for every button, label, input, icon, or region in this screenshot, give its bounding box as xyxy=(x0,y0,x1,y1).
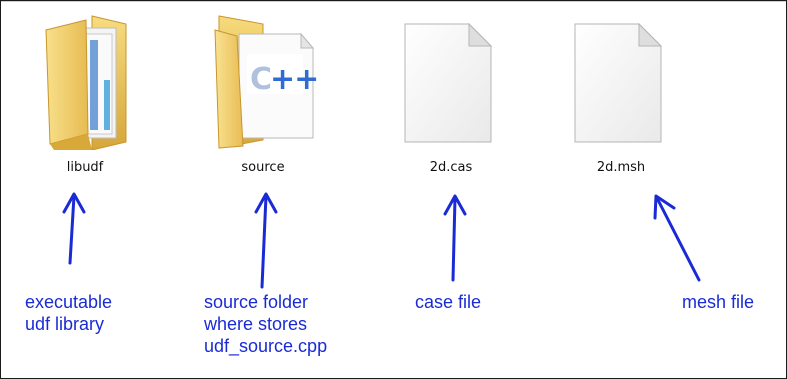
annotation-libudf: executable udf library xyxy=(25,291,112,335)
arrow-to-libudf xyxy=(68,194,76,265)
annotation-arrows xyxy=(62,192,701,289)
arrow-to-mesh xyxy=(655,196,701,282)
annotation-line: case file xyxy=(415,292,482,312)
annotation-line: mesh file xyxy=(682,292,755,312)
annotation-line: where stores xyxy=(204,314,308,334)
annotation-case: case file xyxy=(415,291,481,313)
annotation-mesh: mesh file xyxy=(682,291,754,313)
annotation-source: source folder where stores udf_source.cp… xyxy=(204,291,327,357)
annotation-line: executable xyxy=(25,292,113,312)
arrow-to-source xyxy=(260,194,268,289)
annotation-line: udf library xyxy=(25,314,105,334)
arrow-to-case xyxy=(451,196,457,282)
annotation-line: source folder xyxy=(204,292,309,312)
annotation-line: udf_source.cpp xyxy=(204,336,328,356)
